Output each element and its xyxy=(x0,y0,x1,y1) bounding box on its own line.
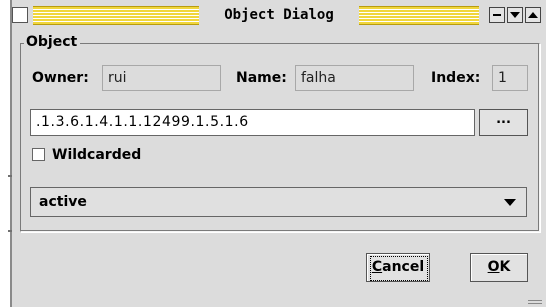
owner-label: Owner: xyxy=(32,70,89,86)
shade-up-icon[interactable] xyxy=(525,7,541,23)
owner-field: rui xyxy=(102,65,221,91)
shade-down-icon[interactable] xyxy=(507,7,523,23)
wildcarded-label[interactable]: Wildcarded xyxy=(52,145,141,165)
ok-mnemonic: O xyxy=(487,259,500,275)
chevron-down-icon[interactable] xyxy=(504,199,516,206)
index-label: Index: xyxy=(431,70,481,86)
index-field: 1 xyxy=(492,65,528,91)
window-title: Object Dialog xyxy=(199,5,359,26)
window-menu-icon[interactable] xyxy=(12,7,28,23)
name-field: falha xyxy=(295,65,414,91)
oid-input[interactable]: .1.3.6.1.4.1.1.12499.1.5.1.6 xyxy=(30,109,475,136)
title-bar[interactable]: Object Dialog xyxy=(12,0,546,30)
edge-tick xyxy=(8,175,12,177)
status-dropdown[interactable]: active xyxy=(30,187,527,217)
dialog-window: Object Dialog Object Owner: rui Name: fa… xyxy=(0,0,546,307)
name-label: Name: xyxy=(236,70,287,86)
window-edge xyxy=(10,0,12,307)
resize-grip-icon[interactable] xyxy=(522,290,544,306)
object-group-legend: Object xyxy=(24,33,81,51)
minimize-icon[interactable] xyxy=(489,7,505,23)
edge-tick xyxy=(8,230,12,232)
wildcarded-checkbox[interactable] xyxy=(32,148,45,161)
title-stripes xyxy=(363,6,479,25)
ok-label: K xyxy=(499,259,511,275)
ok-button[interactable]: OK xyxy=(470,253,528,282)
browse-oid-button[interactable]: ... xyxy=(479,109,528,136)
status-selected-value: active xyxy=(39,194,87,210)
focus-indicator xyxy=(370,256,428,281)
